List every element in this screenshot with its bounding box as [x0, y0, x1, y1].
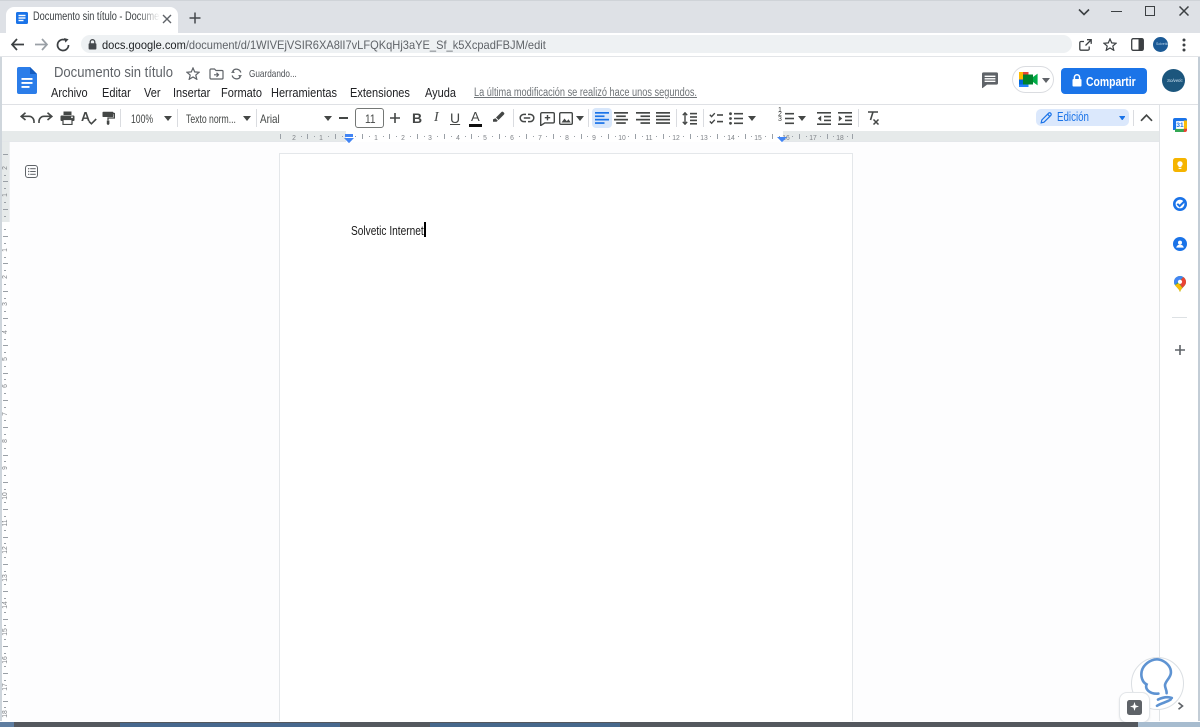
svg-text:31: 31	[1176, 122, 1184, 129]
